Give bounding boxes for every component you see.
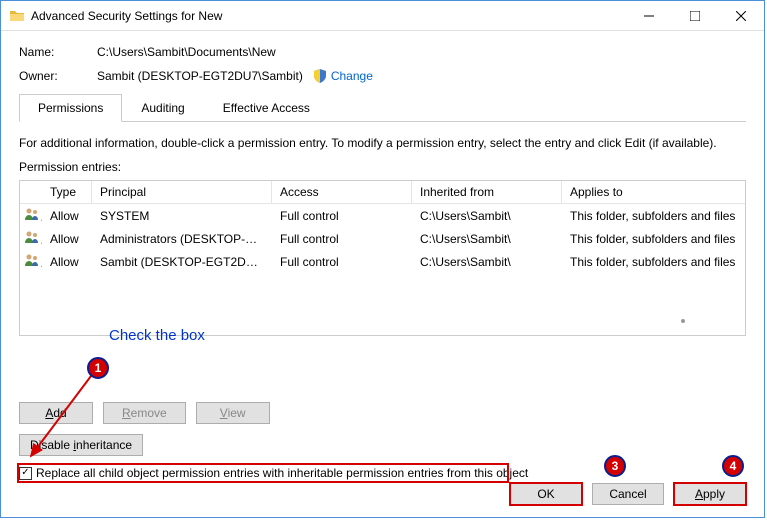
tab-effective-access[interactable]: Effective Access [204,94,329,122]
cell-type: Allow [42,231,92,247]
instructions-text: For additional information, double-click… [19,136,746,150]
th-applies[interactable]: Applies to [562,181,745,203]
cell-type: Allow [42,208,92,224]
cell-access: Full control [272,208,412,224]
cell-principal: SYSTEM [92,208,272,224]
name-label: Name: [19,45,97,59]
maximize-button[interactable] [672,1,718,31]
cell-principal: Administrators (DESKTOP-EG... [92,231,272,247]
annotation-check-text: Check the box [109,327,205,344]
permission-entries-label: Permission entries: [19,160,746,174]
cell-applies: This folder, subfolders and files [562,231,745,247]
permission-table: Type Principal Access Inherited from App… [19,180,746,336]
resize-grip [681,319,685,323]
cell-access: Full control [272,231,412,247]
folder-icon [9,8,25,24]
user-group-icon [20,206,42,225]
th-principal[interactable]: Principal [92,181,272,203]
cell-access: Full control [272,254,412,270]
cell-applies: This folder, subfolders and files [562,208,745,224]
security-settings-window: Advanced Security Settings for New Name:… [0,0,765,518]
user-group-icon [20,252,42,271]
dialog-footer-buttons: OK Cancel Apply [510,483,746,505]
th-access[interactable]: Access [272,181,412,203]
th-inherited[interactable]: Inherited from [412,181,562,203]
table-row[interactable]: AllowSYSTEMFull controlC:\Users\Sambit\T… [20,204,745,227]
cell-inherited: C:\Users\Sambit\ [412,254,562,270]
replace-checkbox-label[interactable]: Replace all child object permission entr… [36,466,528,480]
window-title: Advanced Security Settings for New [31,9,626,23]
table-header: Type Principal Access Inherited from App… [20,181,745,204]
shield-icon [313,69,327,83]
table-body: AllowSYSTEMFull controlC:\Users\Sambit\T… [20,204,745,273]
replace-checkbox-row: ✓ Replace all child object permission en… [19,466,746,480]
name-row: Name: C:\Users\Sambit\Documents\New [19,45,746,59]
th-type[interactable]: Type [42,181,92,203]
content-area: Name: C:\Users\Sambit\Documents\New Owne… [1,31,764,494]
tab-permissions[interactable]: Permissions [19,94,122,122]
owner-value: Sambit (DESKTOP-EGT2DU7\Sambit) [97,69,303,83]
remove-button: Remove [103,402,186,424]
change-owner-link[interactable]: Change [331,69,373,83]
view-button: View [196,402,270,424]
minimize-button[interactable] [626,1,672,31]
replace-checkbox[interactable]: ✓ [19,467,32,480]
entry-buttons: Add Remove View [19,402,746,424]
annotation-callout-4: 4 [722,455,744,477]
name-value: C:\Users\Sambit\Documents\New [97,45,276,59]
add-button[interactable]: Add [19,402,93,424]
close-button[interactable] [718,1,764,31]
titlebar-controls [626,1,764,30]
th-icon [20,181,42,203]
user-group-icon [20,229,42,248]
cancel-button[interactable]: Cancel [592,483,664,505]
disable-inheritance-button[interactable]: Disable inheritance [19,434,143,456]
annotation-callout-1: 1 [87,357,109,379]
table-row[interactable]: AllowAdministrators (DESKTOP-EG...Full c… [20,227,745,250]
owner-row: Owner: Sambit (DESKTOP-EGT2DU7\Sambit) C… [19,69,746,83]
tab-bar: Permissions Auditing Effective Access [19,93,746,122]
titlebar: Advanced Security Settings for New [1,1,764,31]
annotation-callout-3: 3 [604,455,626,477]
cell-principal: Sambit (DESKTOP-EGT2DU7\S... [92,254,272,270]
cell-applies: This folder, subfolders and files [562,254,745,270]
cell-inherited: C:\Users\Sambit\ [412,208,562,224]
cell-inherited: C:\Users\Sambit\ [412,231,562,247]
apply-button[interactable]: Apply [674,483,746,505]
ok-button[interactable]: OK [510,483,582,505]
cell-type: Allow [42,254,92,270]
tab-auditing[interactable]: Auditing [122,94,203,122]
owner-label: Owner: [19,69,97,83]
table-row[interactable]: AllowSambit (DESKTOP-EGT2DU7\S...Full co… [20,250,745,273]
inheritance-row: Disable inheritance [19,434,746,456]
